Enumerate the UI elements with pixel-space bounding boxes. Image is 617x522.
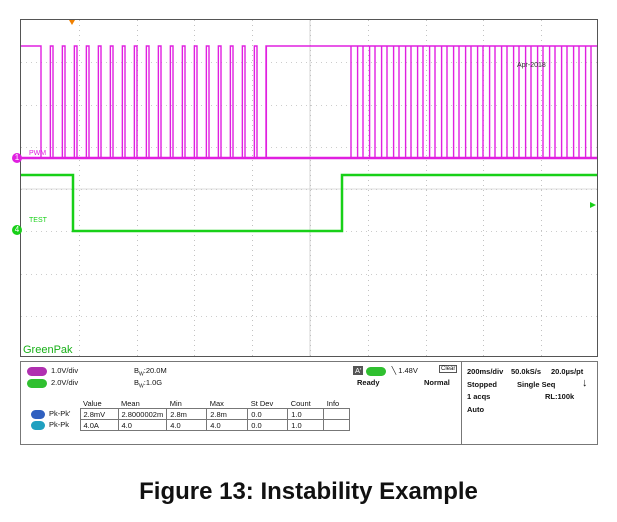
record-length: RL:100k (545, 392, 575, 401)
trigger-slope-icon: ╲ (391, 366, 397, 375)
ch1-info[interactable]: 1.0V/div (27, 366, 78, 376)
col-header: Info (326, 398, 340, 408)
measurement-table: Value Mean Min Max St Dev Count Info Pk-… (28, 398, 351, 431)
col-header: Max (209, 398, 224, 408)
trigger-icon[interactable]: Clear (439, 365, 458, 373)
ch4-info[interactable]: 2.0V/div (27, 378, 78, 388)
ch4-bandwidth: BW:1.0G (134, 378, 163, 390)
ch1-scale: 1.0V/div (51, 366, 79, 375)
trigger-level-marker[interactable] (590, 202, 596, 208)
ch4-label: TEST (29, 217, 47, 224)
timebase-scale[interactable]: 200ms/div (467, 367, 503, 376)
sample-rate: 50.0kS/s (511, 367, 542, 376)
col-header: St Dev (250, 398, 274, 408)
acq-status: Stopped (467, 380, 497, 389)
date-label: Apr-2018 (517, 62, 546, 69)
col-header: Min (169, 398, 182, 408)
row-badge (31, 409, 45, 419)
resolution: 20.0µs/pt (551, 367, 584, 376)
ch1-bandwidth: BW:20.0M (134, 366, 167, 378)
col-header: Count (290, 398, 311, 408)
waveform-canvas (21, 20, 597, 356)
ch1-label: PWM (29, 150, 47, 157)
acq-mode: Auto (467, 405, 485, 414)
col-header: Mean (121, 398, 140, 408)
ch4-waveform (21, 173, 597, 233)
table-row[interactable]: Pk-Pk' 2.8mV 2.8000002m 2.8m 2.8m 0.0 1.… (28, 408, 351, 420)
ch4-scale: 2.0V/div (51, 378, 79, 387)
ch1-badge (27, 366, 47, 376)
info-panel: 1.0V/div 2.0V/div BW:20.0M BW:1.0G A' ╲ … (20, 361, 598, 445)
row-badge (31, 420, 45, 430)
trigger-ch-badge (365, 366, 386, 376)
ch4-offset-marker[interactable]: 4 (12, 225, 22, 235)
table-row[interactable]: Pk-Pk 4.0A 4.0 4.0 4.0 0.0 1.0 (28, 419, 351, 431)
divider (461, 362, 462, 444)
trigger-mode: Normal (424, 378, 450, 387)
trigger-state: Ready (357, 378, 380, 387)
brand-label: GreenPak (23, 344, 73, 356)
trigger-level: 1.48V (398, 366, 418, 375)
trigger-position-marker[interactable] (69, 20, 75, 25)
acq-count: 1 acqs (467, 392, 491, 401)
trigger-info[interactable]: A' ╲ 1.48V (353, 366, 418, 376)
ch4-badge (27, 378, 47, 388)
oscilloscope-screen: GreenPak Apr-2018 PWM TEST (20, 19, 598, 357)
ch1-offset-marker[interactable]: 1 (12, 153, 22, 163)
down-arrow-icon[interactable]: ↓ (582, 377, 588, 389)
figure-caption: Figure 13: Instability Example (139, 478, 478, 505)
trigger-a: A' (353, 366, 364, 375)
acq-seq[interactable]: Single Seq (517, 380, 555, 389)
col-header: Value (83, 398, 102, 408)
